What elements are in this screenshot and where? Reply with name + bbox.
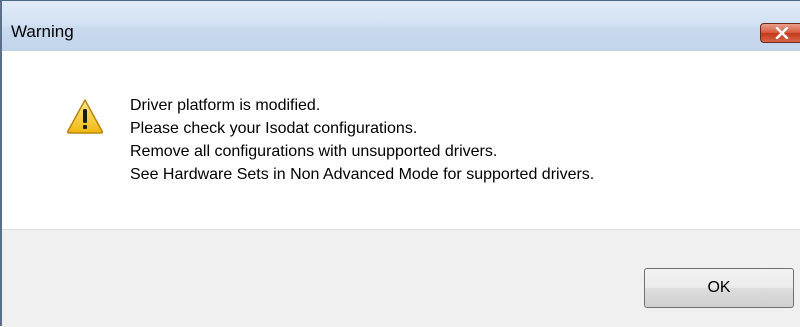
button-bar: OK bbox=[2, 229, 800, 327]
ok-button[interactable]: OK bbox=[644, 268, 794, 308]
message-line: Please check your Isodat configurations. bbox=[130, 120, 418, 137]
warning-icon bbox=[66, 99, 104, 134]
close-icon bbox=[775, 27, 789, 39]
close-button[interactable] bbox=[760, 23, 800, 43]
message-line: See Hardware Sets in Non Advanced Mode f… bbox=[130, 166, 595, 183]
message-line: Remove all configurations with unsupport… bbox=[130, 143, 498, 160]
dialog-title: Warning bbox=[11, 22, 74, 41]
title-bar[interactable]: Warning bbox=[2, 1, 800, 51]
message-text: Driver platform is modified. Please chec… bbox=[130, 94, 594, 186]
dialog-content: Driver platform is modified. Please chec… bbox=[2, 51, 800, 229]
message-line: Driver platform is modified. bbox=[130, 97, 321, 114]
warning-dialog: Warning Driver platform is modified. Ple… bbox=[0, 0, 800, 327]
